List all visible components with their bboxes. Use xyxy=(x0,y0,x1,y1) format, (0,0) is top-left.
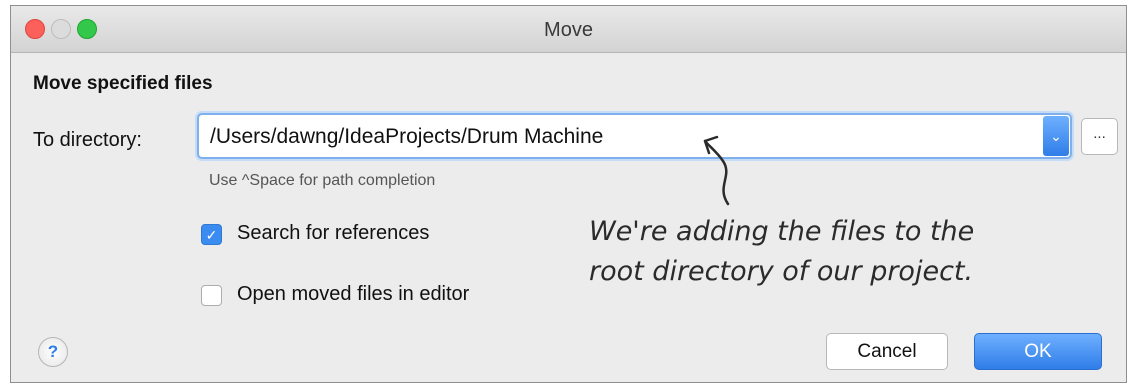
help-button[interactable]: ? xyxy=(38,337,68,367)
move-dialog-window: Move Move specified files To directory: … xyxy=(10,5,1127,383)
cancel-button[interactable]: Cancel xyxy=(826,333,948,370)
annotation-arrow xyxy=(703,135,730,206)
ok-button[interactable]: OK xyxy=(974,333,1102,370)
